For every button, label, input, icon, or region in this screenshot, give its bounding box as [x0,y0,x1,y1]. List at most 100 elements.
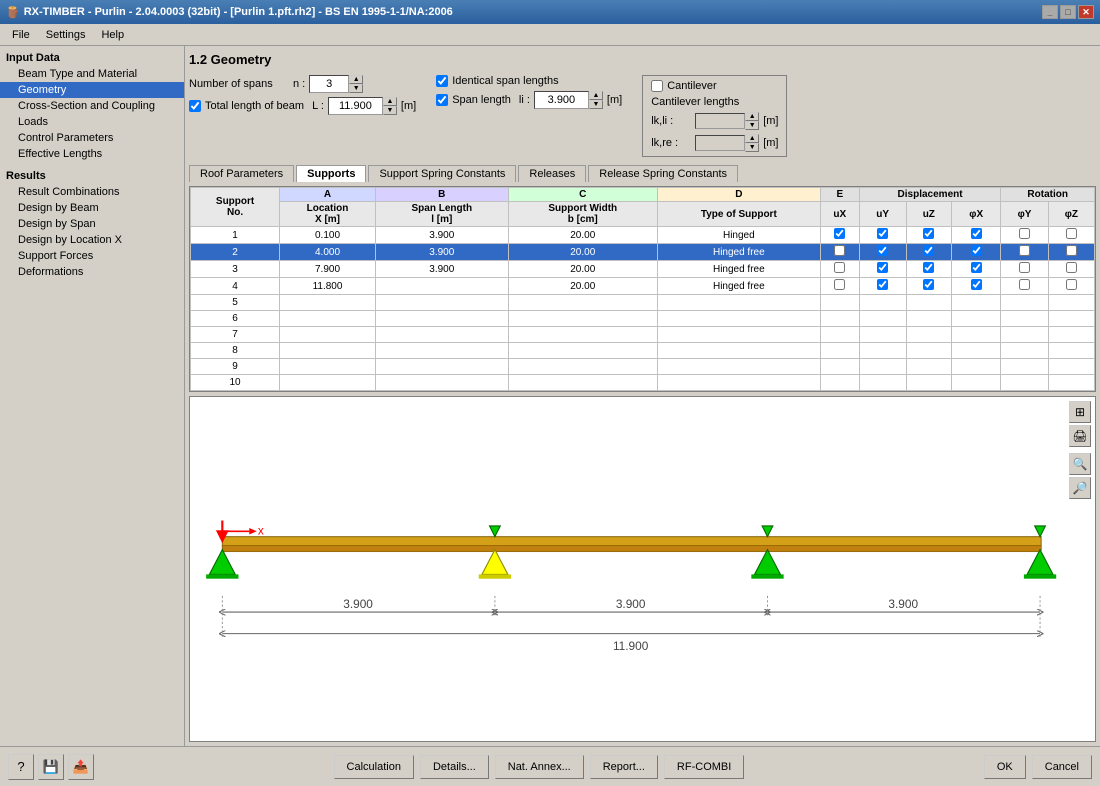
minimize-button[interactable]: _ [1042,5,1058,19]
help-button[interactable]: ? [8,754,34,780]
cell-phiy[interactable] [1001,278,1048,295]
cell-phix[interactable] [952,278,1001,295]
span-length-checkbox[interactable] [436,94,448,106]
cell-phix[interactable] [952,261,1001,278]
cell-phiz[interactable] [1048,244,1094,261]
lk-re-input[interactable] [695,135,745,151]
cell-x: 7.900 [280,261,376,278]
export-button[interactable]: 📤 [68,754,94,780]
identical-span-checkbox[interactable] [436,75,448,87]
cell-ux[interactable] [820,227,859,244]
sidebar-item-design-by-location[interactable]: Design by Location X [0,232,184,248]
spin-down[interactable]: ▼ [349,84,363,93]
num-spans-input[interactable] [309,75,349,93]
ok-button[interactable]: OK [984,755,1026,779]
table-row[interactable]: 3 7.900 3.900 20.00 Hinged free [191,261,1095,278]
menubar: File Settings Help [0,24,1100,46]
total-length-spin[interactable]: ▲ ▼ [328,97,397,115]
details-button[interactable]: Details... [420,755,489,779]
cell-phiz[interactable] [1048,227,1094,244]
cell-uy[interactable] [859,261,906,278]
titlebar-controls[interactable]: _ □ ✕ [1042,5,1094,19]
cell-uz[interactable] [906,227,951,244]
spin-up[interactable]: ▲ [349,75,363,84]
tab-releases[interactable]: Releases [518,165,586,182]
lk-ii-up[interactable]: ▲ [745,112,759,121]
cell-ux[interactable] [820,261,859,278]
span-length-input[interactable] [534,91,589,109]
cell-uz[interactable] [906,244,951,261]
drawing-area: ⊞ 🖨 🔍 🔎 x [189,396,1096,742]
cell-phix[interactable] [952,244,1001,261]
save-button[interactable]: 💾 [38,754,64,780]
sidebar-item-cross-section[interactable]: Cross-Section and Coupling [0,98,184,114]
table-row[interactable]: 2 4.000 3.900 20.00 Hinged free [191,244,1095,261]
cancel-button[interactable]: Cancel [1032,755,1092,779]
sidebar-item-control-params[interactable]: Control Parameters [0,130,184,146]
sidebar-item-beam-type[interactable]: Beam Type and Material [0,66,184,82]
lk-ii-input[interactable] [695,113,745,129]
menu-file[interactable]: File [4,27,38,43]
cell-phix[interactable] [952,227,1001,244]
calculation-button[interactable]: Calculation [334,755,414,779]
total-length-spin-up[interactable]: ▲ [383,97,397,106]
cell-uy[interactable] [859,278,906,295]
total-length-input[interactable] [328,97,383,115]
tab-supports[interactable]: Supports [296,165,366,182]
span-length-spin-down[interactable]: ▼ [589,100,603,109]
tab-bar: Roof Parameters Supports Support Spring … [189,165,1096,182]
beam-diagram: x 3.900 [190,397,1095,741]
cell-width: 20.00 [508,278,657,295]
total-length-checkbox[interactable] [189,100,201,112]
sidebar-item-support-forces[interactable]: Support Forces [0,248,184,264]
rf-combi-button[interactable]: RF-COMBI [664,755,744,779]
total-length-spin-down[interactable]: ▼ [383,106,397,115]
cell-uz[interactable] [906,278,951,295]
zoom-out-button[interactable]: 🔎 [1069,477,1091,499]
nat-annex-button[interactable]: Nat. Annex... [495,755,584,779]
cell-phiz[interactable] [1048,278,1094,295]
menu-settings[interactable]: Settings [38,27,94,43]
num-spans-spin[interactable]: ▲ ▼ [309,75,363,93]
sidebar-item-deformations[interactable]: Deformations [0,264,184,280]
tab-release-spring[interactable]: Release Spring Constants [588,165,738,182]
bottom-left-buttons: ? 💾 📤 [8,754,94,780]
cell-uy[interactable] [859,244,906,261]
sidebar-item-design-by-beam[interactable]: Design by Beam [0,200,184,216]
tab-roof-params[interactable]: Roof Parameters [189,165,294,182]
col-group-rotation: Rotation [1001,188,1095,202]
sidebar-item-design-by-span[interactable]: Design by Span [0,216,184,232]
cell-ux[interactable] [820,278,859,295]
span-length-spin-up[interactable]: ▲ [589,91,603,100]
cantilever-checkbox[interactable] [651,80,663,92]
sidebar-item-geometry[interactable]: Geometry [0,82,184,98]
cell-uz[interactable] [906,261,951,278]
maximize-button[interactable]: □ [1060,5,1076,19]
lk-ii-unit: [m] [763,115,778,127]
cell-phiy[interactable] [1001,261,1048,278]
col-group-C: C [508,188,657,202]
report-button[interactable]: Report... [590,755,658,779]
sidebar-item-loads[interactable]: Loads [0,114,184,130]
menu-help[interactable]: Help [93,27,132,43]
cell-type: Hinged free [657,244,820,261]
zoom-in-button[interactable]: 🔍 [1069,453,1091,475]
table-row[interactable]: 1 0.100 3.900 20.00 Hinged [191,227,1095,244]
cell-ux[interactable] [820,244,859,261]
sidebar-item-effective-lengths[interactable]: Effective Lengths [0,146,184,162]
table-row[interactable]: 4 11.800 20.00 Hinged free [191,278,1095,295]
tab-spring-constants[interactable]: Support Spring Constants [368,165,516,182]
cell-uy[interactable] [859,227,906,244]
lk-re-up[interactable]: ▲ [745,134,759,143]
span-length-spin[interactable]: ▲ ▼ [534,91,603,109]
cell-phiy[interactable] [1001,227,1048,244]
zoom-to-fit-button[interactable]: ⊞ [1069,401,1091,423]
print-button[interactable]: 🖨 [1069,425,1091,447]
lk-ii-down[interactable]: ▼ [745,121,759,130]
sidebar-item-result-combinations[interactable]: Result Combinations [0,184,184,200]
close-button[interactable]: ✕ [1078,5,1094,19]
lk-re-down[interactable]: ▼ [745,143,759,152]
col-header-phix: φX [952,202,1001,227]
cell-phiy[interactable] [1001,244,1048,261]
cell-phiz[interactable] [1048,261,1094,278]
